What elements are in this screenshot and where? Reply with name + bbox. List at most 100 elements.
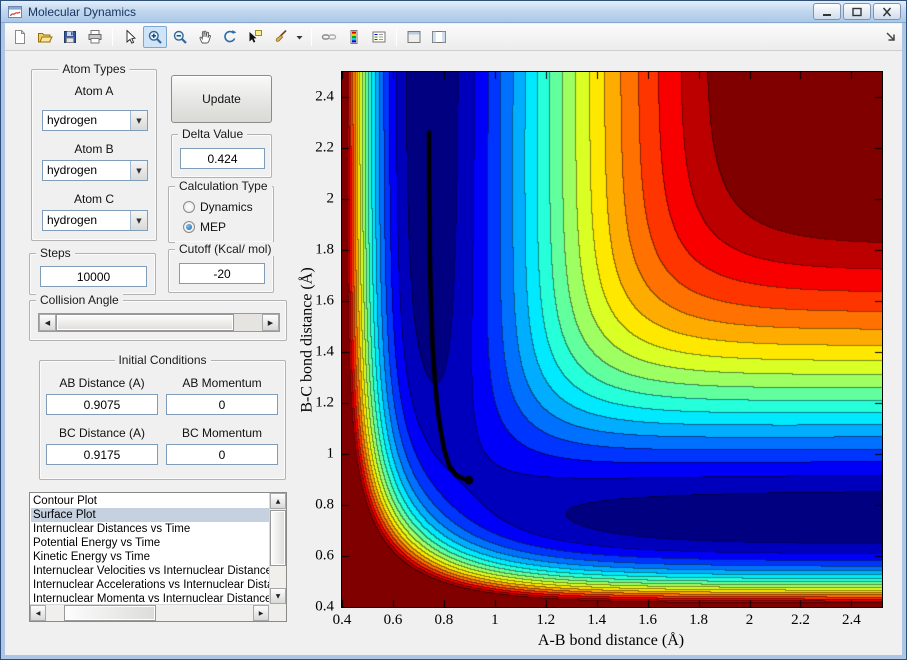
cutoff-field[interactable] [179,263,265,284]
y-tick-label: 1.2 [315,394,334,411]
print-figure-button[interactable] [83,26,107,48]
plot-type-option[interactable]: Kinetic Energy vs Time [31,550,269,564]
zoom-in-icon [148,30,162,44]
minimize-icon [823,13,831,16]
panel-title: Cutoff (Kcal/ mol) [175,242,276,256]
y-tick-label: 1.4 [315,343,334,360]
save-figure-button[interactable] [58,26,82,48]
plot-type-option[interactable]: Internuclear Accelerations vs Internucle… [31,578,269,592]
link-plots-button[interactable] [317,26,341,48]
hide-plot-tools-button[interactable] [402,26,426,48]
new-figure-button[interactable] [8,26,32,48]
save-figure-icon [64,31,76,43]
insert-colorbar-icon [350,30,358,44]
link-plots-icon [321,34,337,40]
data-cursor-icon [249,30,262,43]
ab-momentum-field[interactable] [166,394,278,415]
plot-type-option[interactable]: Internuclear Distances vs Time [31,522,269,536]
vertical-scrollbar[interactable]: ▲ ▼ [269,493,286,604]
collision-angle-slider[interactable]: ◀ ▶ [38,313,280,332]
plot-type-option[interactable]: Surface Plot [31,508,269,522]
hide-plot-tools-icon [407,31,421,43]
data-cursor-button[interactable] [243,26,267,48]
radio-circle-icon [183,201,195,213]
atom-b-value: hydrogen [47,163,98,177]
delta-value-field[interactable] [180,148,265,169]
y-tick-label: 0.4 [315,598,334,615]
y-tick-label: 1 [326,445,335,462]
panel-title: Initial Conditions [114,353,211,367]
ab-distance-field[interactable] [46,394,158,415]
delta-value-panel: Delta Value [171,127,272,178]
steps-field[interactable] [40,266,147,287]
scroll-right-arrow-icon[interactable]: ▶ [253,605,269,621]
collision-angle-panel: Collision Angle ◀ ▶ [29,293,287,341]
rotate-3d-icon [224,30,237,43]
slider-left-arrow-icon[interactable]: ◀ [39,314,56,331]
new-figure-icon [15,30,25,44]
x-tick-label: 0.6 [383,612,403,628]
window-frame-left [1,23,5,659]
steps-panel: Steps [29,246,156,295]
pan-icon [199,30,211,44]
toolbar [2,24,905,51]
dock-figure-icon[interactable] [884,30,898,44]
radio-dynamics[interactable]: Dynamics [183,200,253,214]
open-file-button[interactable] [33,26,57,48]
brush-button[interactable] [268,26,292,48]
chevron-down-icon[interactable]: ▼ [130,111,147,130]
show-plot-tools-button[interactable] [427,26,451,48]
ab-momentum-label: AB Momentum [182,376,262,390]
slider-track[interactable] [234,314,262,331]
x-tick-label: 1.2 [536,612,556,628]
maximize-button[interactable] [843,3,871,20]
y-tick-label: 2 [326,190,335,207]
atom-c-select[interactable]: hydrogen ▼ [42,210,148,231]
pan-button[interactable] [193,26,217,48]
rotate-3d-button[interactable] [218,26,242,48]
scroll-up-arrow-icon[interactable]: ▲ [270,493,286,509]
plot-type-listbox[interactable]: Contour Plot Surface Plot Internuclear Dis… [29,492,287,622]
minimize-button[interactable] [813,3,841,20]
update-button-label: Update [202,92,241,106]
bc-distance-field[interactable] [46,444,158,465]
insert-legend-button[interactable] [367,26,391,48]
horizontal-scrollbar[interactable]: ◀ ▶ [30,604,269,621]
atom-b-select[interactable]: hydrogen ▼ [42,160,148,181]
atom-a-select[interactable]: hydrogen ▼ [42,110,148,131]
edit-plot-icon [126,29,136,44]
scrollbar-corner [269,604,286,621]
zoom-out-button[interactable] [168,26,192,48]
zoom-in-button[interactable] [143,26,167,48]
close-button[interactable] [873,3,901,20]
radio-mep[interactable]: MEP [183,220,226,234]
scroll-down-arrow-icon[interactable]: ▼ [270,588,286,604]
close-icon [882,7,892,16]
radio-dynamics-label: Dynamics [200,200,253,214]
horizontal-scroll-thumb[interactable] [64,605,156,621]
toolbar-separator [396,28,397,46]
plot-type-option[interactable]: Internuclear Momenta vs Internuclear Dis… [31,592,269,604]
atom-a-label: Atom A [74,84,114,98]
window-frame-right [902,23,906,659]
edit-plot-button[interactable] [118,26,142,48]
window-frame-bottom [1,655,906,659]
slider-thumb[interactable] [56,314,234,331]
chevron-down-icon[interactable]: ▼ [130,161,147,180]
insert-colorbar-button[interactable] [342,26,366,48]
x-tick-label: 2.2 [791,612,810,628]
brush-dropdown-button[interactable] [293,26,306,48]
contour-plot-canvas[interactable] [341,71,883,608]
x-tick-label: 2 [745,612,754,628]
vertical-scroll-thumb[interactable] [270,510,286,566]
bc-momentum-field[interactable] [166,444,278,465]
plot-type-option[interactable]: Potential Energy vs Time [31,536,269,550]
window-controls [813,3,901,20]
panel-title: Delta Value [178,127,248,141]
scroll-left-arrow-icon[interactable]: ◀ [30,605,46,621]
plot-type-option[interactable]: Contour Plot [31,494,269,508]
slider-right-arrow-icon[interactable]: ▶ [262,314,279,331]
update-button[interactable]: Update [171,75,272,123]
plot-type-option[interactable]: Internuclear Velocities vs Internuclear … [31,564,269,578]
chevron-down-icon[interactable]: ▼ [130,211,147,230]
